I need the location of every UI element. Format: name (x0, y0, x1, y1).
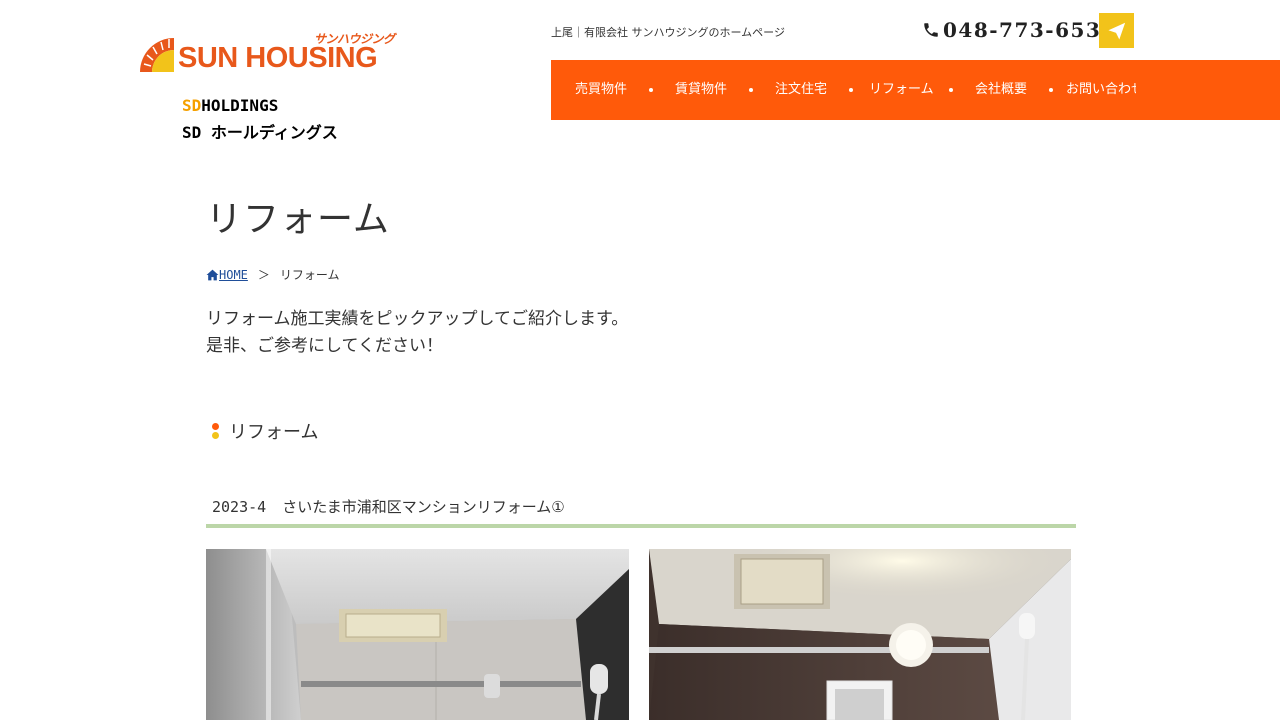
nav-item-reform[interactable]: リフォーム (869, 60, 934, 120)
logo-text: SUN HOUSING (178, 42, 378, 74)
bathroom-photo-right (649, 549, 1071, 720)
nav-item-sales[interactable]: 売買物件 (575, 60, 627, 120)
nav-separator (1049, 88, 1053, 92)
breadcrumb-home-link[interactable]: HOME (206, 268, 248, 282)
logo[interactable]: サンハウジング SUN HOUSING (138, 32, 400, 76)
nav-separator (949, 88, 953, 92)
item-date: 2023-4 (212, 498, 267, 516)
holdings-kana: SD ホールディングス (182, 123, 338, 142)
section-dots-icon (212, 422, 219, 440)
item-title-text: さいたま市浦和区マンションリフォーム① (282, 498, 565, 516)
reform-photo-before[interactable] (206, 549, 629, 720)
main-nav: 売買物件 賃貸物件 注文住宅 リフォーム 会社概要 お問い合わせ (551, 60, 1280, 120)
nav-item-company[interactable]: 会社概要 (975, 60, 1027, 120)
intro-text: リフォーム施工実績をピックアップしてご紹介します。 是非、ご参考にしてください！ (206, 306, 628, 360)
site-tagline: 上尾｜有限会社 サンハウジングのホームページ (551, 26, 785, 39)
holdings-rest: HOLDINGS (201, 96, 279, 115)
section-heading: リフォーム (212, 418, 318, 444)
nav-item-custom-home[interactable]: 注文住宅 (775, 60, 827, 120)
sun-logo-icon (140, 38, 174, 72)
nav-item-contact[interactable]: お問い合わせ (1066, 60, 1136, 120)
intro-line-1: リフォーム施工実績をピックアップしてご紹介します。 (206, 309, 629, 329)
paper-plane-icon (1107, 22, 1125, 39)
holdings-label: SDHOLDINGS SD ホールディングス (182, 92, 338, 146)
reform-photo-after[interactable] (649, 549, 1071, 720)
intro-line-2: 是非、ご参考にしてください！ (206, 336, 443, 356)
breadcrumb: HOME ＞ リフォーム (206, 266, 340, 283)
nav-separator (849, 88, 853, 92)
breadcrumb-separator: ＞ (257, 268, 270, 282)
section-label: リフォーム (229, 422, 319, 443)
bathroom-photo-left (206, 549, 629, 720)
phone-text: 048-773-6533 (943, 18, 1117, 42)
phone-number[interactable]: 048-773-6533 (922, 18, 1117, 42)
mail-button[interactable] (1099, 13, 1134, 48)
nav-item-rental[interactable]: 賃貸物件 (675, 60, 727, 120)
nav-separator (749, 88, 753, 92)
nav-separator (649, 88, 653, 92)
holdings-accent: SD (182, 96, 202, 115)
home-icon (206, 269, 219, 280)
reform-item-title: 2023-4 さいたま市浦和区マンションリフォーム① (206, 496, 1076, 528)
breadcrumb-current: リフォーム (279, 268, 340, 282)
phone-icon (924, 23, 938, 37)
breadcrumb-home-label: HOME (219, 267, 248, 282)
page-title: リフォーム (206, 199, 390, 240)
